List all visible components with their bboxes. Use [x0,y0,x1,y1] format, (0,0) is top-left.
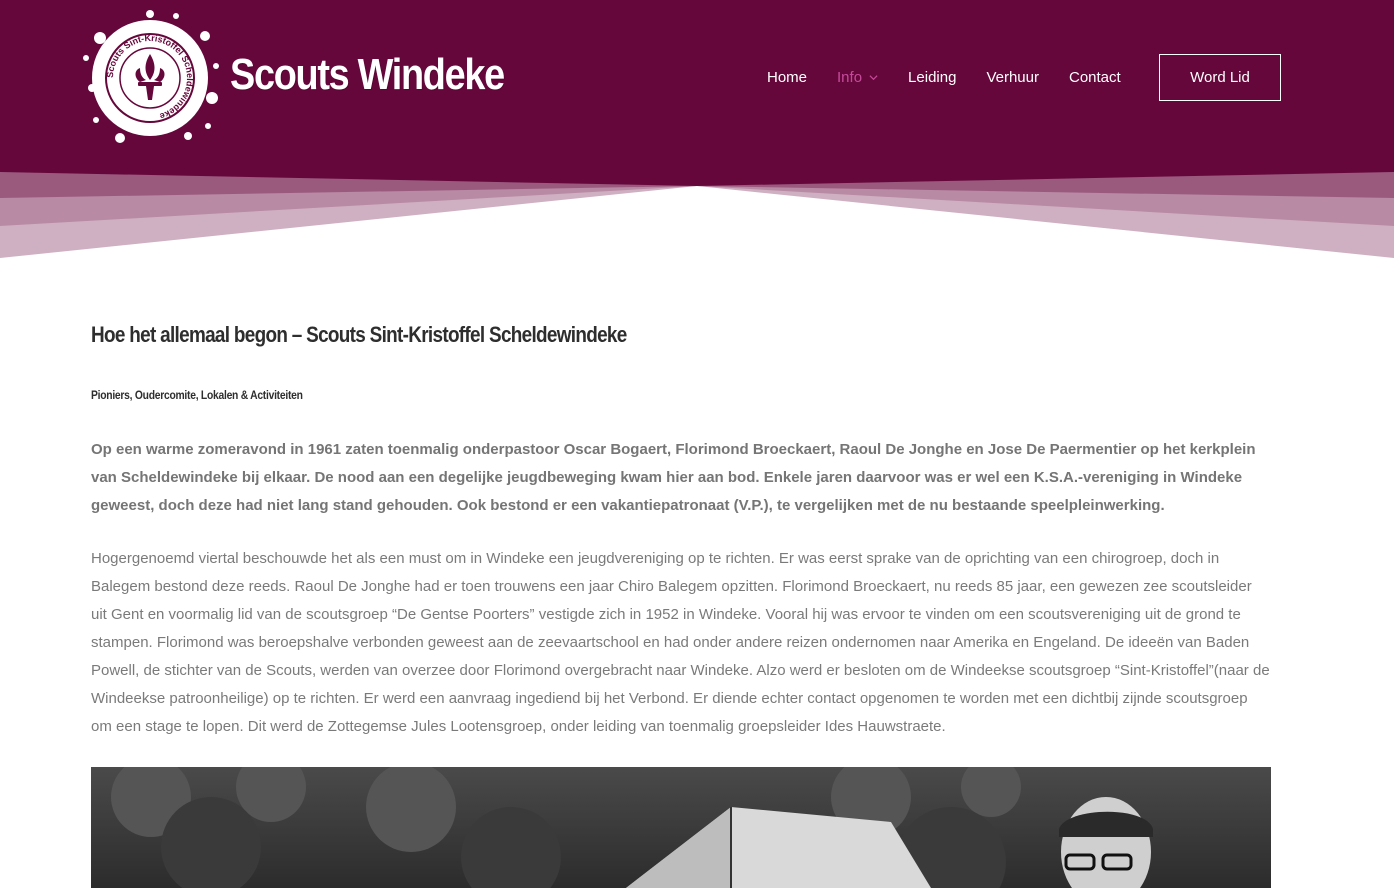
nav-item-contact[interactable]: Contact [1069,69,1121,86]
historical-photo [91,767,1271,888]
scout-camp-photo-image [91,767,1271,888]
site-header: Scouts Sint-Kristoffel Scheldewindeke Sc… [0,0,1394,260]
logo-emblem-icon: Scouts Sint-Kristoffel Scheldewindeke [83,10,219,143]
site-logo[interactable]: Scouts Sint-Kristoffel Scheldewindeke [80,8,220,148]
nav-item-leiding[interactable]: Leiding [908,69,956,86]
nav-item-label: Leiding [908,69,957,86]
nav-item-label: Home [767,69,808,86]
word-lid-button[interactable]: Word Lid [1159,54,1281,101]
article-intro-paragraph: Op een warme zomeravond in 1961 zaten to… [91,441,1256,514]
nav-item-info[interactable]: Info [837,69,878,86]
site-title[interactable]: Scouts Windeke [230,50,505,100]
article-body-paragraph: Hogergenoemd viertal beschouwde het als … [91,550,1270,735]
nav-item-label: Info [837,69,863,86]
article-content: Hoe het allemaal begon – Scouts Sint-Kri… [91,300,1271,735]
main-navigation: Home Info Leiding Verhuur Contact [752,54,1136,101]
nav-item-home[interactable]: Home [767,69,807,86]
article-subtitle: Pioniers, Oudercomite, Lokalen & Activit… [91,388,303,402]
article-title: Hoe het allemaal begon – Scouts Sint-Kri… [91,322,627,347]
nav-item-verhuur[interactable]: Verhuur [986,69,1039,86]
nav-item-label: Contact [1068,69,1121,86]
nav-item-label: Verhuur [986,69,1039,86]
chevron-down-icon [869,75,878,81]
